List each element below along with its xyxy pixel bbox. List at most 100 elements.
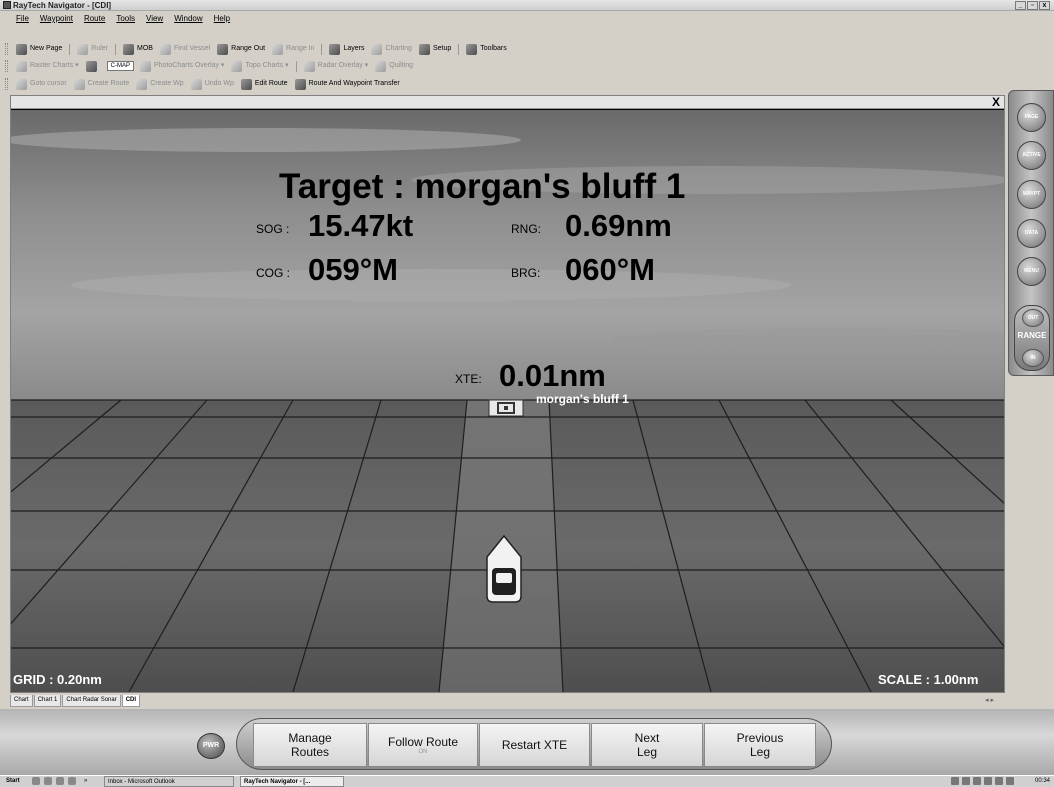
topo-charts-button[interactable]: Topo Charts ▾ — [231, 58, 289, 74]
find-vessel-icon — [159, 43, 171, 55]
menu-button[interactable]: MENU — [1017, 257, 1046, 286]
setup-button[interactable]: Setup — [418, 41, 451, 57]
toolbars-button[interactable]: Toolbars — [466, 41, 507, 57]
edit-route-icon — [240, 78, 252, 90]
create-waypoint-button[interactable]: Create Wp — [136, 76, 184, 92]
follow-route-button[interactable]: Follow Route ON — [368, 723, 478, 767]
scale-readout: SCALE : 1.00nm — [878, 672, 979, 687]
edit-route-button[interactable]: Edit Route — [240, 76, 288, 92]
menu-file[interactable]: File — [16, 12, 29, 25]
system-tray — [951, 777, 1014, 785]
next-leg-button[interactable]: Next Leg — [591, 723, 703, 767]
quick-launch-icon[interactable] — [56, 777, 64, 785]
quick-launch — [32, 777, 76, 785]
range-out-button[interactable]: Range Out — [217, 41, 265, 57]
cdi-highway-view[interactable]: Target : morgan's bluff 1 SOG : 15.47kt … — [11, 110, 1004, 692]
active-button[interactable]: ACTIVE — [1017, 141, 1046, 170]
xte-value: 0.01nm — [499, 358, 606, 393]
menu-bar: File Waypoint Route Tools View Window He… — [0, 12, 230, 25]
range-in-icon — [272, 43, 284, 55]
range-out-button[interactable]: OUT — [1022, 309, 1044, 327]
sog-label: SOG : — [256, 222, 290, 236]
brg-label: BRG: — [511, 266, 541, 280]
ruler-button[interactable]: Ruler — [77, 41, 108, 57]
quilting-button[interactable]: Quilting — [375, 58, 413, 74]
cog-value: 059°M — [308, 252, 398, 287]
waypt-button[interactable]: WAYPT — [1017, 180, 1046, 209]
cmap-select[interactable]: C-MAP — [106, 61, 134, 71]
tab-cdi[interactable]: CDI — [121, 695, 141, 707]
quick-launch-icon[interactable] — [44, 777, 52, 785]
find-vessel-button[interactable]: Find Vessel — [159, 41, 210, 57]
vector-chart-icon — [85, 60, 97, 72]
tray-icon[interactable] — [962, 777, 970, 785]
restore-icon[interactable]: ▫ — [1027, 1, 1038, 10]
vector-chart-button[interactable] — [85, 60, 100, 72]
goto-cursor-button[interactable]: Goto cursor — [16, 76, 67, 92]
close-window-icon[interactable]: x — [1039, 1, 1050, 10]
manage-routes-button[interactable]: Manage Routes — [253, 723, 367, 767]
topo-charts-icon — [231, 60, 243, 72]
layers-icon — [329, 43, 341, 55]
menu-route[interactable]: Route — [84, 12, 105, 25]
next-leg-label: Next Leg — [634, 731, 660, 759]
ruler-icon — [77, 43, 89, 55]
mob-button[interactable]: MOB — [123, 41, 153, 57]
menu-waypoint[interactable]: Waypoint — [40, 12, 73, 25]
tray-icon[interactable] — [973, 777, 981, 785]
manage-routes-label: Manage Routes — [288, 731, 332, 759]
photocharts-overlay-button[interactable]: PhotoCharts Overlay ▾ — [140, 58, 224, 74]
create-waypoint-icon — [136, 78, 148, 90]
page-button[interactable]: PAGE — [1017, 103, 1046, 132]
radar-overlay-button[interactable]: Radar Overlay ▾ — [303, 58, 368, 74]
create-route-icon — [73, 78, 85, 90]
charting-button[interactable]: Charting — [371, 41, 412, 57]
tray-icon[interactable] — [984, 777, 992, 785]
taskbar-item-raytech[interactable]: RayTech Navigator - [... — [240, 776, 344, 787]
create-route-button[interactable]: Create Route — [73, 76, 129, 92]
new-page-button[interactable]: New Page — [16, 41, 62, 57]
quick-launch-icon[interactable] — [68, 777, 76, 785]
transfer-icon — [294, 78, 306, 90]
menu-tools[interactable]: Tools — [116, 12, 135, 25]
menu-window[interactable]: Window — [174, 12, 202, 25]
follow-route-label: Follow Route — [387, 734, 459, 749]
menu-help[interactable]: Help — [214, 12, 230, 25]
menu-view[interactable]: View — [146, 12, 163, 25]
start-button[interactable]: Start — [6, 776, 20, 787]
quick-launch-icon[interactable] — [32, 777, 40, 785]
tray-icon[interactable] — [1006, 777, 1014, 785]
quick-launch-more[interactable]: » — [84, 776, 87, 787]
route-waypoint-transfer-button[interactable]: Route And Waypoint Transfer — [294, 76, 400, 92]
rng-label: RNG: — [511, 222, 541, 236]
layers-button[interactable]: Layers — [329, 41, 364, 57]
tab-chart[interactable]: Chart — [10, 695, 33, 707]
close-icon[interactable]: X — [992, 96, 1000, 109]
tray-icon[interactable] — [951, 777, 959, 785]
power-button[interactable]: PWR — [197, 733, 225, 759]
range-out-icon — [217, 43, 229, 55]
tab-chart-1[interactable]: Chart 1 — [33, 695, 62, 707]
charts-toolbar: Raster Charts ▾ C-MAP PhotoCharts Overla… — [0, 58, 420, 74]
app-icon — [3, 1, 11, 9]
previous-leg-button[interactable]: Previous Leg — [704, 723, 816, 767]
minimize-icon[interactable]: _ — [1015, 1, 1026, 10]
cog-label: COG : — [256, 266, 291, 280]
restart-xte-button[interactable]: Restart XTE — [479, 723, 590, 767]
range-in-button[interactable]: IN — [1022, 349, 1044, 367]
data-button[interactable]: DATA — [1017, 219, 1046, 248]
raster-charts-button[interactable]: Raster Charts ▾ — [16, 58, 79, 74]
radar-overlay-icon — [303, 60, 315, 72]
tray-icon[interactable] — [995, 777, 1003, 785]
clock: 00:34 — [1034, 778, 1050, 784]
title-bar: RayTech Navigator - [CDI] _ ▫ x — [0, 0, 1054, 11]
new-page-icon — [16, 43, 27, 55]
range-in-button[interactable]: Range In — [272, 41, 314, 57]
taskbar-item-outlook[interactable]: Inbox - Microsoft Outlook — [104, 776, 234, 787]
tab-chart-radar-sonar[interactable]: Chart Radar Sonar — [62, 695, 121, 707]
tab-scroll-arrows[interactable]: ◂ ▸ — [985, 696, 994, 704]
setup-icon — [418, 43, 430, 55]
undo-waypoint-button[interactable]: Undo Wp — [190, 76, 234, 92]
restart-xte-label: Restart XTE — [501, 738, 568, 752]
follow-route-state: ON — [418, 748, 428, 755]
